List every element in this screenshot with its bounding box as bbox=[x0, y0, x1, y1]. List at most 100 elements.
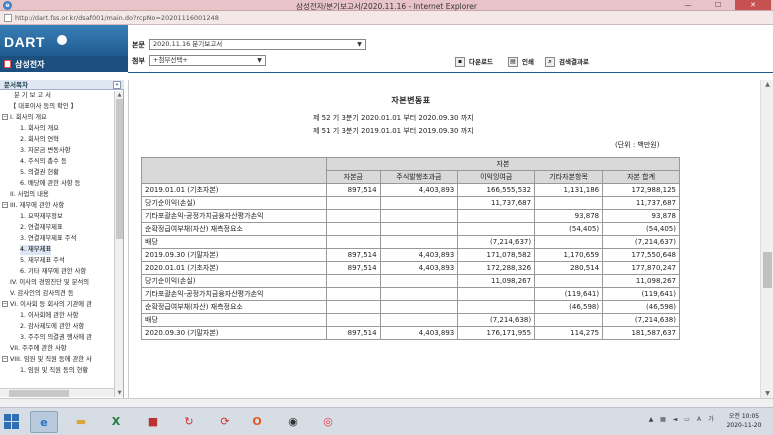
table-cell bbox=[534, 274, 604, 288]
toc-item[interactable]: 【 대표이사 등의 확인 】 bbox=[10, 102, 77, 112]
toc-item-label: 【 대표이사 등의 확인 】 bbox=[10, 103, 77, 110]
toc-item-label: VI. 이사회 등 회사의 기관에 관 bbox=[10, 301, 92, 308]
system-tray: ▲ ▦ ◄ ▭ A 가 오전 10:05 2020-11-20 bbox=[647, 412, 767, 432]
refresh-icon[interactable]: ⟳ bbox=[211, 411, 239, 433]
toc-item[interactable]: 4. 주식의 총수 등 bbox=[20, 157, 67, 167]
network-icon[interactable]: ▦ bbox=[659, 416, 667, 424]
toc-item[interactable]: 3. 자본금 변동사항 bbox=[20, 146, 71, 156]
toc-item[interactable]: 1. 임원 및 직원 등의 현황 bbox=[20, 366, 88, 376]
collapse-sidebar-button[interactable]: « bbox=[113, 81, 121, 89]
clock[interactable]: 오전 10:05 2020-11-20 bbox=[721, 412, 767, 430]
speaker-icon[interactable]: ◄ bbox=[671, 416, 679, 424]
toc-item[interactable]: 3. 주주의 의결권 행사에 관 bbox=[20, 333, 92, 343]
windows-start-button[interactable] bbox=[4, 414, 20, 430]
toc-item[interactable]: 1. 이사회에 관한 사항 bbox=[20, 311, 78, 321]
chrome-icon[interactable]: ◎ bbox=[314, 411, 342, 433]
toc-item[interactable]: − VIII. 임원 및 직원 등에 관한 사 bbox=[2, 355, 92, 365]
window-titlebar: e 삼성전자/분기보고서/2020.11.16 - Internet Explo… bbox=[0, 0, 773, 11]
minimize-button[interactable]: — bbox=[675, 0, 701, 10]
toc-item[interactable]: 4. 재무제표 bbox=[20, 245, 52, 255]
toc-item[interactable]: VII. 주주에 관한 사항 bbox=[10, 344, 67, 354]
scroll-up-arrow-icon[interactable]: ▲ bbox=[761, 80, 773, 89]
tree-expander-icon[interactable]: − bbox=[2, 114, 8, 120]
table-cell: 114,275 bbox=[534, 326, 604, 340]
tree-expander-icon[interactable]: − bbox=[2, 356, 8, 362]
excel-icon[interactable]: X bbox=[102, 411, 130, 433]
toc-horizontal-scrollbar[interactable] bbox=[0, 388, 114, 397]
battery-icon[interactable]: ▭ bbox=[683, 416, 691, 424]
dart-logo[interactable]: DART bbox=[4, 34, 45, 50]
print-label: 인쇄 bbox=[522, 58, 534, 66]
toc-tree: 분 기 보 고 서 【 대표이사 등의 확인 】 − I. 회사의 개요 1. 회사의 … bbox=[0, 91, 114, 397]
row-label: 2019.09.30 (기말자본) bbox=[141, 248, 327, 262]
toc-item-label: 3. 연결재무제표 주석 bbox=[20, 235, 77, 242]
toc-hscroll-thumb[interactable] bbox=[9, 390, 69, 397]
scroll-down-arrow-icon[interactable]: ▼ bbox=[115, 389, 124, 397]
print-button[interactable]: ▤ 인쇄 bbox=[508, 56, 534, 68]
toc-item-label: I. 회사의 개요 bbox=[10, 114, 47, 121]
address-url[interactable]: http://dart.fss.or.kr/dsaf001/main.do?rc… bbox=[15, 14, 219, 22]
equity-changes-table: 자본 자본금 주식발행초과금 이익잉여금 기타자본항목 자본 합계 2019.01.01… bbox=[141, 157, 680, 340]
toc-item-label: 6. 기타 재무에 관한 사항 bbox=[20, 268, 87, 275]
toc-item[interactable]: 2. 회사의 연혁 bbox=[20, 135, 59, 145]
toc-item[interactable]: 2. 연결재무제표 bbox=[20, 223, 63, 233]
table-cell: 171,078,582 bbox=[457, 248, 536, 262]
toc-title: 문서목차 « bbox=[0, 80, 124, 90]
table-cell: 4,403,893 bbox=[379, 248, 459, 262]
office-icon[interactable]: O bbox=[243, 411, 271, 433]
table-cell bbox=[326, 274, 381, 288]
app-icon[interactable]: ■ bbox=[139, 411, 167, 433]
scroll-down-arrow-icon[interactable]: ▼ bbox=[761, 389, 773, 398]
toc-item-label: III. 재무에 관한 사항 bbox=[10, 202, 65, 209]
address-bar[interactable]: http://dart.fss.or.kr/dsaf001/main.do?rc… bbox=[0, 11, 773, 25]
company-name: 삼성전자 bbox=[15, 60, 45, 69]
download-button[interactable]: ▪ 다운로드 bbox=[455, 56, 493, 68]
toc-item[interactable]: V. 감사인의 감사의견 등 bbox=[10, 289, 74, 299]
content-scroll-thumb[interactable] bbox=[763, 252, 772, 288]
row-label: 2020.01.01 (기초자본) bbox=[141, 261, 327, 275]
toc-item[interactable]: − III. 재무에 관한 사항 bbox=[2, 201, 64, 211]
ime-icon[interactable]: 가 bbox=[707, 416, 715, 424]
toc-item[interactable]: II. 사업의 내용 bbox=[10, 190, 49, 200]
table-row: 순확정급여부채(자산) 재측정요소 (46,598) (46,598) bbox=[141, 300, 680, 314]
tray-up-arrow-icon[interactable]: ▲ bbox=[647, 416, 655, 424]
toc-item[interactable]: 5. 의결권 현황 bbox=[20, 168, 59, 178]
toc-scroll-thumb[interactable] bbox=[116, 99, 123, 239]
maximize-button[interactable]: ☐ bbox=[705, 0, 731, 10]
table-cell: (119,641) bbox=[534, 287, 604, 301]
language-icon[interactable]: A bbox=[695, 416, 703, 424]
camera-icon[interactable]: ◉ bbox=[279, 411, 307, 433]
toc-item[interactable]: 6. 기타 재무에 관한 사항 bbox=[20, 267, 86, 277]
toc-vertical-scrollbar[interactable]: ▲ ▼ bbox=[114, 91, 123, 397]
table-cell: 1,131,186 bbox=[534, 183, 604, 197]
ie-icon[interactable]: e bbox=[30, 411, 58, 433]
main-doc-select[interactable]: 2020.11.16 분기보고서 ▼ bbox=[149, 39, 366, 50]
attach-select[interactable]: +첨부선택+ ▼ bbox=[149, 55, 266, 66]
toc-item-label: 2. 회사의 연혁 bbox=[20, 136, 59, 143]
dart-logo-mark-icon bbox=[57, 35, 67, 45]
toc-item[interactable]: 1. 회사의 개요 bbox=[20, 124, 59, 134]
main-doc-label: 본문 bbox=[132, 41, 145, 49]
table-cell: 897,514 bbox=[326, 326, 381, 340]
printer-icon: ▤ bbox=[508, 57, 518, 67]
table-cell bbox=[326, 222, 381, 236]
content-vertical-scrollbar[interactable]: ▲ ▼ bbox=[760, 80, 773, 398]
toc-item[interactable]: 6. 배당에 관한 사항 등 bbox=[20, 179, 80, 189]
toc-item[interactable]: 3. 연결재무제표 주석 bbox=[20, 234, 76, 244]
search-result-button[interactable]: ⌕ 검색결과로 bbox=[545, 56, 589, 68]
toc-item[interactable]: 1. 요약재무정보 bbox=[20, 212, 63, 222]
toc-item-label: 6. 배당에 관한 사항 등 bbox=[20, 180, 81, 187]
toc-item[interactable]: − I. 회사의 개요 bbox=[2, 113, 47, 123]
tree-expander-icon[interactable]: − bbox=[2, 202, 8, 208]
toc-item[interactable]: − VI. 이사회 등 회사의 기관에 관 bbox=[2, 300, 92, 310]
scroll-up-arrow-icon[interactable]: ▲ bbox=[115, 91, 124, 99]
tree-expander-icon[interactable]: − bbox=[2, 301, 8, 307]
sync-icon[interactable]: ↻ bbox=[175, 411, 203, 433]
toc-item[interactable]: 분 기 보 고 서 bbox=[14, 91, 51, 101]
toc-item[interactable]: 2. 감사제도에 관한 사항 bbox=[20, 322, 84, 332]
toc-item[interactable]: IV. 이사의 경영진단 및 분석의 bbox=[10, 278, 89, 288]
close-button[interactable]: ✕ bbox=[735, 0, 771, 10]
toc-item[interactable]: 5. 재무제표 주석 bbox=[20, 256, 65, 266]
table-cell bbox=[379, 313, 459, 327]
file-explorer-icon[interactable]: ▬ bbox=[67, 411, 95, 433]
